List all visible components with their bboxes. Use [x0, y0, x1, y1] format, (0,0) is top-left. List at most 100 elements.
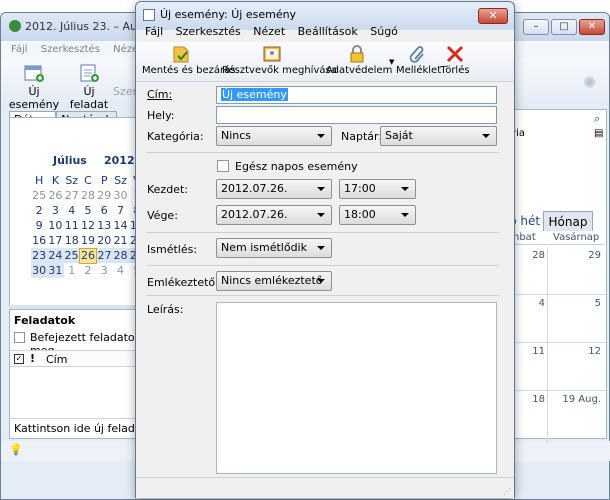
day-cell[interactable]: 23 [31, 248, 48, 263]
start-time-picker[interactable]: 17:00 [339, 179, 416, 199]
title-value: Új esemény [221, 88, 288, 101]
menu-help[interactable]: Súgó [370, 25, 398, 38]
priority-column-icon[interactable]: ! [30, 352, 35, 365]
title-column[interactable]: Cím [46, 353, 67, 366]
week-row[interactable]: 28 29 [509, 247, 605, 295]
day-cell[interactable]: 20 [96, 233, 112, 248]
attachment-button[interactable]: Melléklet [396, 44, 441, 80]
close-button[interactable]: ✕ [579, 19, 605, 35]
day-cell[interactable]: 13 [96, 218, 112, 233]
start-label: Kezdet: [147, 183, 188, 196]
day-cell[interactable]: 10 [47, 218, 63, 233]
month-grid: 28 29 45 11 12 18 19 Aug. [509, 247, 605, 443]
day-cell[interactable]: 1 [64, 263, 80, 278]
chevron-down-icon [317, 187, 325, 191]
day-cell[interactable]: 4 [112, 263, 128, 278]
maximize-button[interactable]: □ [551, 19, 577, 35]
privacy-dropdown-icon[interactable]: ▼ [389, 58, 394, 66]
completed-checkbox[interactable] [14, 332, 25, 343]
filter-icon[interactable]: ▤ [594, 128, 603, 139]
title-label: Cím: [147, 88, 173, 101]
day-cell[interactable]: 27 [64, 188, 80, 203]
save-close-button[interactable]: Mentés és bezárás [142, 44, 235, 80]
weekday: Sz [114, 174, 127, 187]
delete-button[interactable]: Törlés [440, 44, 470, 80]
minimonth-month[interactable]: Július [53, 154, 87, 167]
menu-view[interactable]: Nézet [253, 25, 285, 38]
menu-edit[interactable]: Szerkesztés [41, 44, 100, 55]
calendar-icon [143, 9, 155, 21]
day-cell[interactable]: 2 [31, 203, 47, 218]
description-label: Leírás: [147, 303, 184, 316]
day-cell[interactable]: 25 [63, 248, 80, 263]
menu-file[interactable]: Fájl [11, 44, 28, 55]
today-cell[interactable]: 26 [79, 247, 97, 264]
day-cell[interactable]: 9 [31, 218, 47, 233]
new-task-button[interactable]: Új feladat [65, 63, 113, 111]
menu-file[interactable]: Fájl [145, 25, 163, 38]
title-field[interactable]: Új esemény [216, 86, 497, 104]
day-cell[interactable]: 17 [47, 233, 63, 248]
day-cell[interactable]: 16 [31, 233, 47, 248]
location-field[interactable] [216, 106, 497, 124]
day-cell[interactable]: 3 [47, 203, 63, 218]
day-cell[interactable]: 27 [96, 248, 113, 263]
check-column-icon[interactable]: ✓ [14, 354, 24, 364]
tab-month[interactable]: Hónap [543, 211, 593, 231]
start-date-picker[interactable]: 2012.07.26. [216, 179, 332, 199]
reminder-select[interactable]: Nincs emlékeztető [216, 271, 332, 291]
allday-checkbox[interactable] [217, 160, 229, 172]
day-cell[interactable]: 12 [80, 218, 96, 233]
description-textarea[interactable] [216, 302, 497, 474]
day-cell[interactable]: 24 [47, 248, 64, 263]
day-cell[interactable]: 3 [96, 263, 112, 278]
search-icon[interactable]: ⌕ [594, 112, 600, 126]
minimonth-year[interactable]: 2012 [104, 154, 135, 167]
menu-settings[interactable]: Beállítások [298, 25, 358, 38]
day-cell[interactable]: 7 [112, 203, 128, 218]
separator [147, 232, 499, 233]
start-time-value: 17:00 [344, 182, 376, 195]
calendar-select[interactable]: Saját [380, 126, 497, 146]
day-cell[interactable]: 21 [112, 233, 128, 248]
day-cell[interactable]: 11 [64, 218, 80, 233]
end-date-picker[interactable]: 2012.07.26. [216, 205, 332, 225]
day-cell[interactable]: 6 [96, 203, 112, 218]
calendar-label: Naptár: [341, 130, 383, 143]
invite-attendees-button[interactable]: Résztvevők meghívása [222, 44, 337, 80]
minimize-button[interactable]: – [523, 19, 549, 35]
add-task-field[interactable]: Kattintson ide új feladat hoz [10, 418, 142, 438]
day-cell[interactable]: 19 [80, 233, 96, 248]
day-cell[interactable]: 4 [64, 203, 80, 218]
day-cell[interactable]: 30 [31, 263, 48, 278]
new-event-button[interactable]: Új esemény [5, 63, 63, 111]
col-saturday: nbat [513, 232, 536, 243]
weekday: P [100, 174, 108, 187]
day-cell[interactable]: 2 [80, 263, 96, 278]
day-cell[interactable]: 26 [47, 188, 63, 203]
week-row[interactable]: 11 12 [509, 343, 605, 391]
day-cell[interactable]: 25 [31, 188, 47, 203]
end-time-picker[interactable]: 18:00 [339, 205, 416, 225]
week-row[interactable]: 18 19 Aug. [509, 391, 605, 439]
week-row[interactable]: 45 [509, 295, 605, 343]
day-cell[interactable]: 29 [96, 188, 112, 203]
chevron-down-icon [317, 213, 325, 217]
day-cell[interactable]: 31 [47, 263, 64, 278]
resize-grip-icon[interactable]: ⋰ [503, 487, 511, 496]
task-add-icon [80, 64, 99, 82]
day-cell[interactable]: 30 [112, 188, 128, 203]
day-cell[interactable]: 14 [112, 218, 128, 233]
menu-edit[interactable]: Szerkesztés [176, 25, 241, 38]
day-cell[interactable]: 18 [64, 233, 80, 248]
category-select[interactable]: Nincs [216, 126, 332, 146]
repeat-select[interactable]: Nem ismétlődik [216, 238, 332, 258]
chevron-down-icon [482, 134, 490, 138]
day-cell[interactable]: 5 [80, 203, 96, 218]
end-label: Vége: [147, 209, 178, 222]
col-sunday: Vasárnap [553, 232, 600, 243]
weekday: K [51, 174, 60, 187]
day-cell[interactable]: 28 [80, 188, 96, 203]
day-cell[interactable]: 28 [112, 248, 129, 263]
privacy-button[interactable]: Adatvédelem [326, 44, 392, 80]
